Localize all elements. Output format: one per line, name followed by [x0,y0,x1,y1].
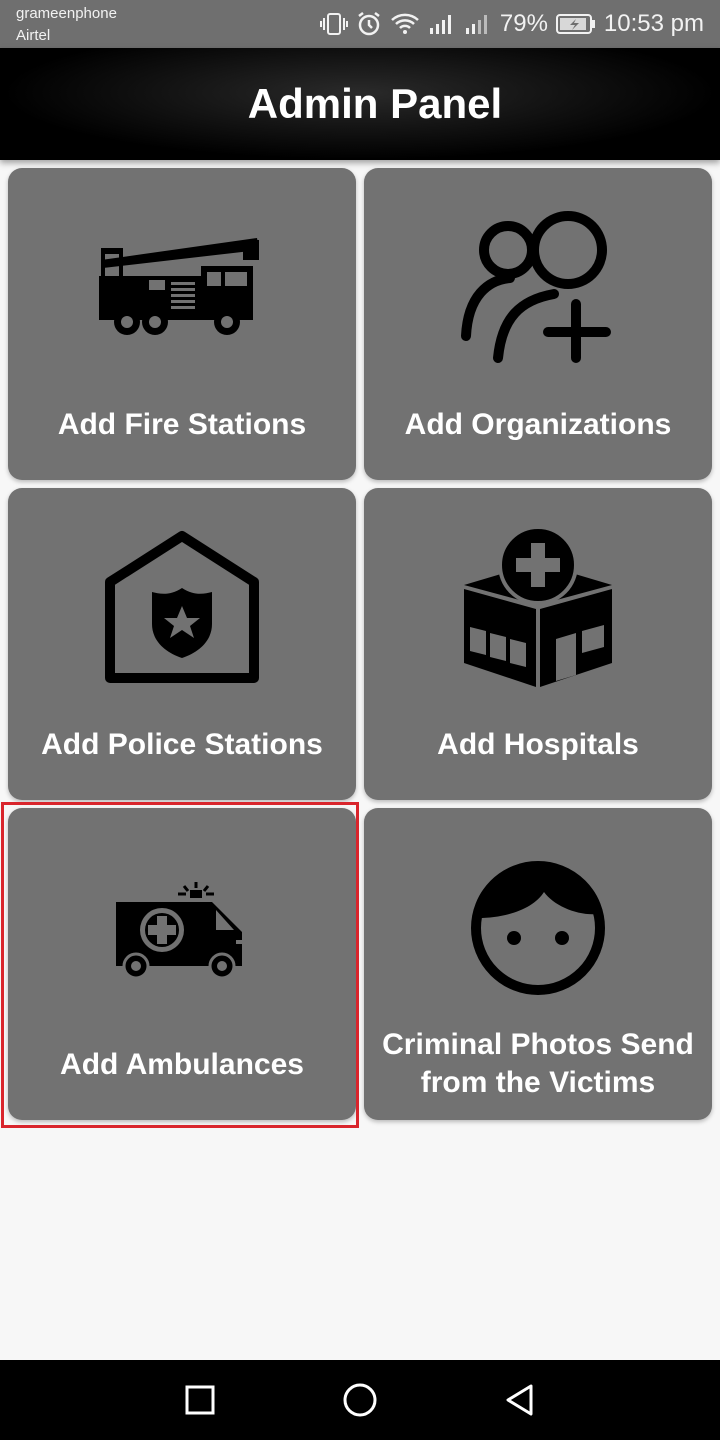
recent-apps-icon[interactable] [170,1380,230,1420]
tile-label: Add Hospitals [437,728,639,761]
add-user-group-icon [461,211,611,363]
add-organizations-tile[interactable]: Add Organizations [364,168,712,480]
tile-label: Add Organizations [404,408,672,441]
page-title: Admin Panel [247,80,503,127]
add-fire-stations-tile[interactable]: Add Fire Stations [8,168,356,480]
signal-icon [428,12,456,36]
carrier-name-2: Airtel [16,27,51,44]
signal-icon [464,12,492,36]
criminal-photos-tile[interactable]: Criminal Photos Send from the Victims [364,808,712,1120]
tile-label: Add Police Stations [41,728,323,761]
home-icon[interactable] [330,1380,390,1420]
battery-icon [555,13,596,35]
back-icon[interactable] [490,1380,550,1420]
police-station-icon [105,531,259,683]
add-hospitals-tile[interactable]: Add Hospitals [364,488,712,800]
fire-truck-icon [99,238,259,335]
tile-label: Add Fire Stations [57,408,307,441]
add-ambulances-tile[interactable]: Add Ambulances [8,808,356,1120]
face-icon [471,861,605,995]
app-toolbar: Admin Panel [0,48,720,160]
carrier-name-1: grameenphone [16,5,117,22]
tile-label: Add Ambulances [60,1048,304,1081]
battery-percent: 79% [499,10,548,37]
navigation-bar [0,1360,720,1440]
tile-label: Criminal Photos Send from the Victims [382,1028,694,1099]
wifi-icon [390,12,420,36]
vibrate-icon [319,12,348,36]
hospital-icon [464,525,612,687]
ambulance-icon [116,882,242,978]
status-bar: grameenphone Airtel 79% 10:53 pm [0,0,720,48]
clock: 10:53 pm [603,10,704,37]
alarm-icon [356,11,382,37]
add-police-stations-tile[interactable]: Add Police Stations [8,488,356,800]
